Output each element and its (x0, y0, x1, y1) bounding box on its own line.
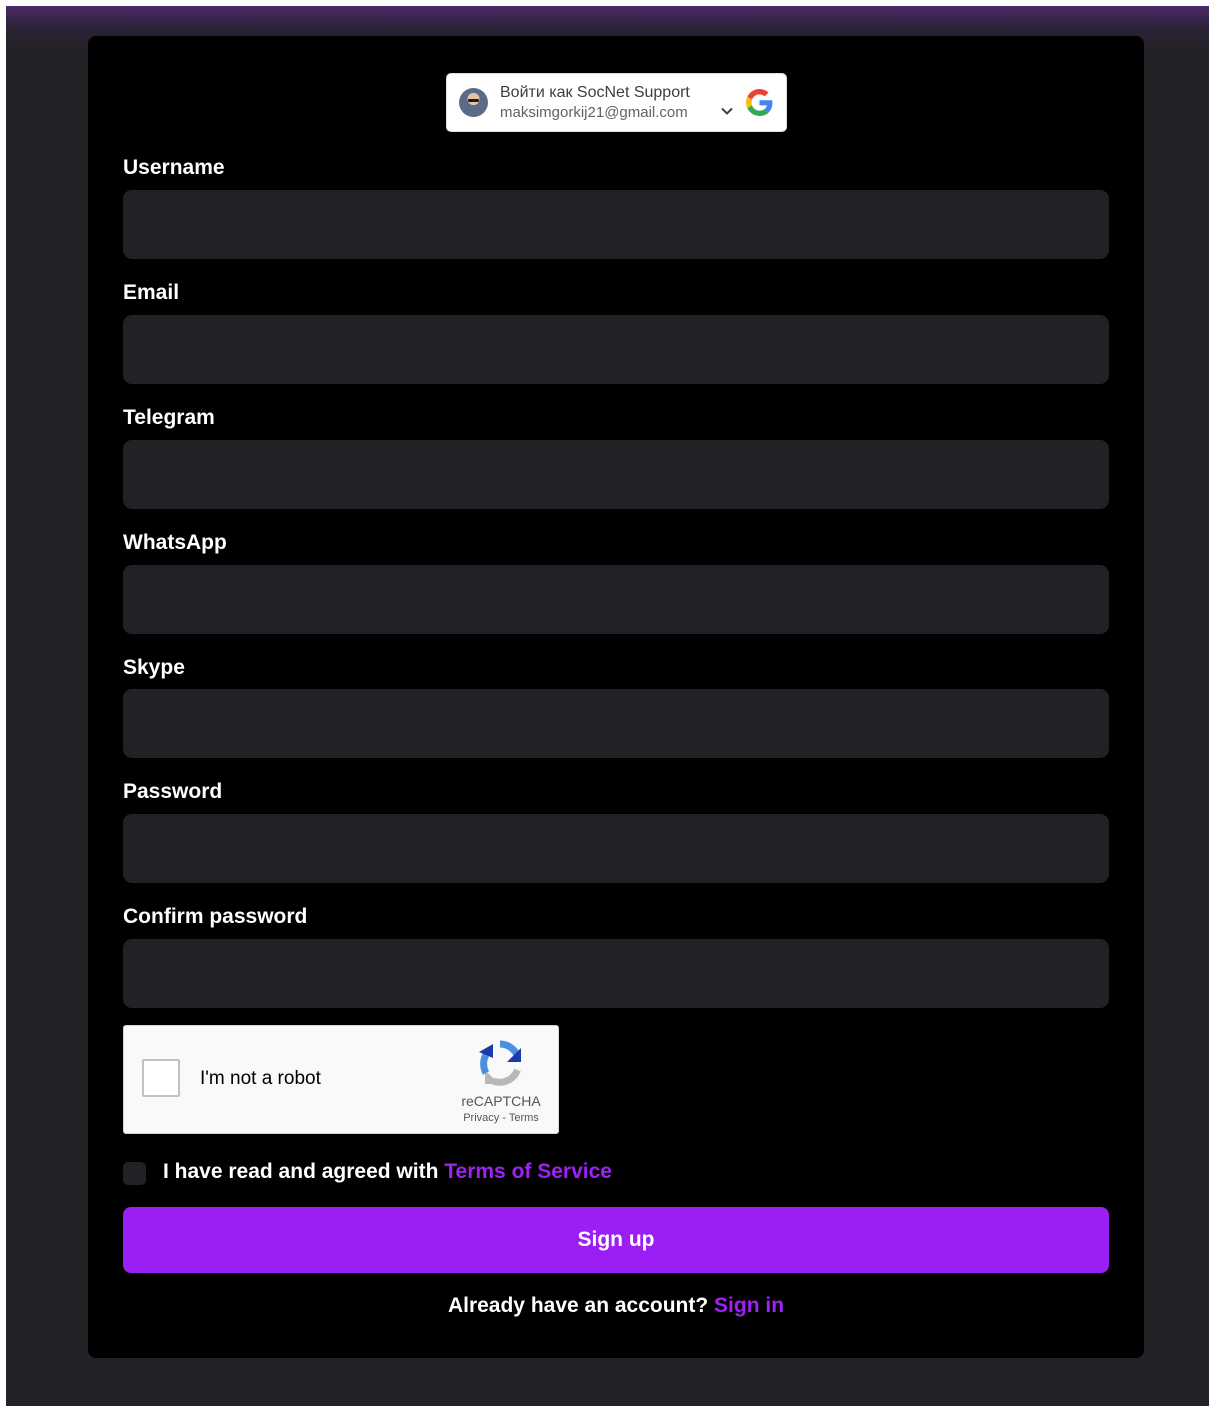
google-signin-chip[interactable]: Войти как SocNet Support maksimgorkij21@… (447, 74, 786, 131)
sign-in-prompt-text: Already have an account? (447, 1294, 715, 1317)
chevron-down-icon[interactable] (720, 104, 734, 118)
telegram-label: Telegram (123, 406, 215, 429)
page-background: Войти как SocNet Support maksimgorkij21@… (6, 6, 1209, 1406)
password-input[interactable] (123, 814, 1109, 883)
sign-in-link[interactable]: Sign in (714, 1294, 784, 1317)
google-logo-icon (746, 89, 773, 116)
terms-agreement-label: I have read and agreed with (163, 1160, 445, 1183)
recaptcha-separator: - (499, 1112, 509, 1124)
signup-card: Войти как SocNet Support maksimgorkij21@… (88, 36, 1144, 1358)
email-label: Email (123, 281, 180, 304)
recaptcha-widget: I'm not a robot reCAPTCHA Privacy - Term… (123, 1025, 559, 1134)
recaptcha-links: Privacy - Terms (424, 1112, 578, 1124)
recaptcha-brand: reCAPTCHA (461, 1093, 541, 1109)
skype-label: Skype (123, 656, 185, 679)
recaptcha-checkbox[interactable] (142, 1059, 180, 1097)
recaptcha-icon (479, 1040, 521, 1086)
email-input[interactable] (123, 315, 1109, 384)
confirm-password-input[interactable] (123, 939, 1109, 1008)
password-label: Password (123, 780, 223, 803)
username-label: Username (123, 156, 225, 179)
avatar (459, 88, 488, 117)
skype-input[interactable] (123, 689, 1109, 758)
username-input[interactable] (123, 190, 1109, 259)
sign-in-prompt: Already have an account? Sign in (88, 1294, 1144, 1318)
confirm-password-label: Confirm password (123, 905, 308, 928)
recaptcha-privacy-link[interactable]: Privacy (463, 1112, 499, 1124)
recaptcha-label: I'm not a robot (200, 1068, 321, 1089)
terms-of-service-link[interactable]: Terms of Service (444, 1160, 612, 1183)
whatsapp-label: WhatsApp (123, 531, 227, 554)
terms-checkbox[interactable] (123, 1162, 146, 1185)
google-signin-title: Войти как SocNet Support (500, 84, 690, 101)
whatsapp-input[interactable] (123, 565, 1109, 634)
sign-up-button[interactable]: Sign up (123, 1207, 1109, 1273)
google-signin-email: maksimgorkij21@gmail.com (500, 104, 688, 121)
telegram-input[interactable] (123, 440, 1109, 509)
recaptcha-terms-link[interactable]: Terms (509, 1112, 539, 1124)
terms-agreement-text: I have read and agreed with Terms of Ser… (163, 1160, 612, 1184)
